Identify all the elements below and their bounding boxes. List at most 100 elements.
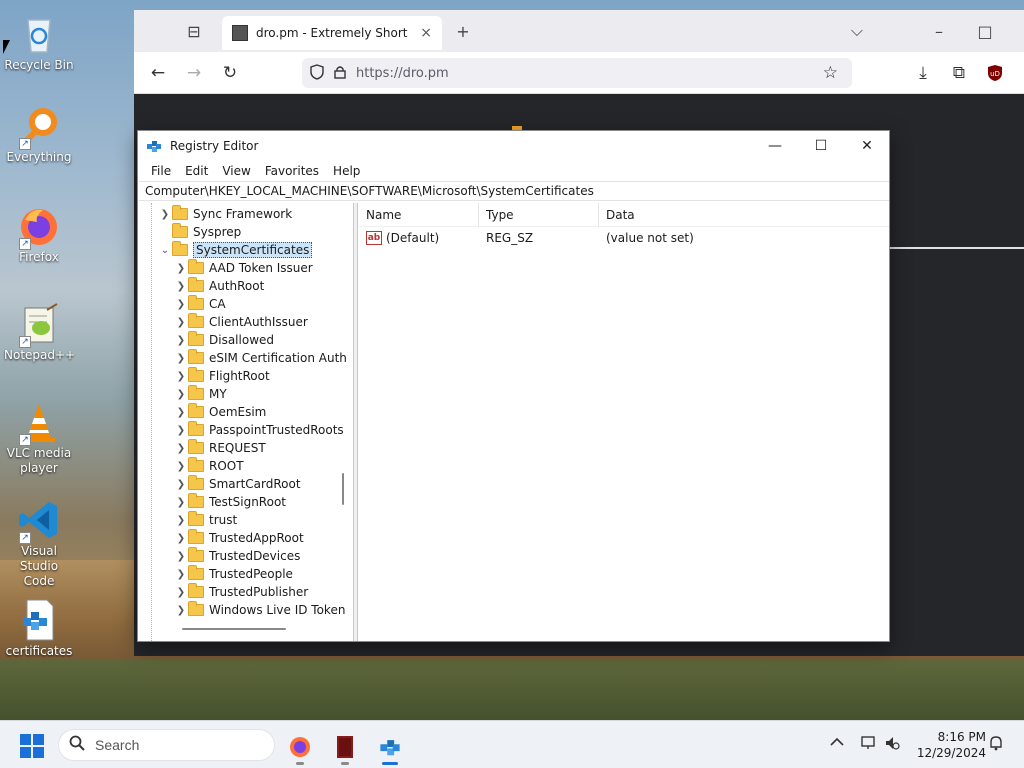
tree-item-child[interactable]: ❯ trust — [174, 511, 237, 529]
notification-bell-icon[interactable] — [988, 735, 1004, 755]
maximize-button[interactable]: ☐ — [798, 131, 844, 161]
taskbar-app-registry-editor[interactable] — [372, 729, 408, 765]
downloads-icon[interactable]: ⤓ — [909, 60, 937, 86]
desktop-icon-everything[interactable]: ↗ Everything — [4, 104, 74, 165]
back-button[interactable]: ← — [144, 60, 172, 86]
desktop-wallpaper-trees — [0, 660, 1024, 720]
tab-groups-icon[interactable]: ⊟ — [179, 18, 209, 44]
volume-muted-icon[interactable] — [884, 735, 900, 755]
chevron-right-icon[interactable]: ❯ — [158, 209, 172, 220]
column-header-data[interactable]: Data — [599, 203, 889, 227]
taskbar-app-firefox[interactable] — [282, 729, 318, 765]
menu-edit[interactable]: Edit — [178, 164, 215, 178]
tree-item-child[interactable]: ❯ TrustedDevices — [174, 547, 300, 565]
tree-item-child[interactable]: ❯ TrustedPublisher — [174, 583, 308, 601]
tree-item-child[interactable]: ❯ PasspointTrustedRoots — [174, 421, 344, 439]
key-tree[interactable]: ❯ Sync Framework Sysprep ⌄ SystemCertifi… — [138, 203, 354, 641]
tree-item-sync-framework[interactable]: ❯ Sync Framework — [158, 205, 292, 223]
desktop-icon-recycle-bin[interactable]: Recycle Bin — [4, 12, 74, 73]
taskbar-search-box[interactable]: Search — [58, 729, 275, 761]
chevron-down-icon[interactable]: ⌄ — [158, 245, 172, 256]
chevron-right-icon[interactable]: ❯ — [174, 425, 188, 436]
extensions-icon[interactable]: ⧉ — [945, 60, 973, 86]
list-all-tabs-icon[interactable]: ⌵ — [842, 18, 872, 44]
desktop-icon-certificates[interactable]: certificates — [4, 598, 74, 659]
tree-item-child[interactable]: ❯ Disallowed — [174, 331, 274, 349]
tree-item-systemcertificates[interactable]: ⌄ SystemCertificates — [158, 241, 313, 259]
tree-item-child[interactable]: ❯ OemEsim — [174, 403, 266, 421]
chevron-right-icon[interactable]: ❯ — [174, 389, 188, 400]
chevron-right-icon[interactable]: ❯ — [174, 551, 188, 562]
chevron-right-icon[interactable]: ❯ — [174, 515, 188, 526]
tree-item-child[interactable]: ❯ MY — [174, 385, 227, 403]
minimize-button[interactable]: — — [752, 131, 798, 161]
menu-favorites[interactable]: Favorites — [258, 164, 326, 178]
chevron-right-icon[interactable]: ❯ — [174, 353, 188, 364]
new-tab-button[interactable]: + — [448, 18, 478, 44]
shield-icon[interactable] — [310, 63, 324, 83]
url-bar[interactable]: https://dro.pm ☆ — [302, 58, 852, 88]
chevron-right-icon[interactable]: ❯ — [174, 587, 188, 598]
desktop-icon-firefox[interactable]: ↗ Firefox — [4, 204, 74, 265]
chevron-right-icon[interactable]: ❯ — [174, 533, 188, 544]
tree-item-child[interactable]: ❯ AuthRoot — [174, 277, 264, 295]
chevron-right-icon[interactable]: ❯ — [174, 371, 188, 382]
tree-item-child[interactable]: ❯ Windows Live ID Token — [174, 601, 345, 619]
tree-item-child[interactable]: ❯ CA — [174, 295, 226, 313]
taskbar-app-book[interactable] — [327, 729, 363, 765]
desktop-icon-vlc[interactable]: ↗ VLC media player — [4, 400, 74, 476]
chevron-right-icon[interactable]: ❯ — [174, 281, 188, 292]
show-hidden-icons-chevron-up-icon[interactable] — [830, 735, 844, 751]
desktop-icon-notepad-plus-plus[interactable]: ↗ Notepad++ — [4, 302, 75, 363]
menu-help[interactable]: Help — [326, 164, 367, 178]
windows-start-icon[interactable] — [20, 734, 44, 758]
chevron-right-icon[interactable]: ❯ — [174, 569, 188, 580]
tree-item-child[interactable]: ❯ FlightRoot — [174, 367, 270, 385]
tab-close-icon[interactable]: × — [420, 25, 432, 41]
tree-item-child[interactable]: ❯ AAD Token Issuer — [174, 259, 313, 277]
browser-minimize-button[interactable]: – — [924, 18, 954, 44]
network-icon[interactable] — [860, 735, 878, 755]
column-header-type[interactable]: Type — [479, 202, 599, 227]
tree-horizontal-scrollbar[interactable] — [182, 628, 286, 630]
tab-active[interactable]: dro.pm - Extremely Short Links × — [222, 16, 442, 50]
ublock-origin-icon[interactable]: uD — [981, 60, 1009, 86]
column-header-name[interactable]: Name — [359, 202, 479, 227]
chevron-right-icon[interactable]: ❯ — [174, 335, 188, 346]
chevron-right-icon[interactable]: ❯ — [174, 317, 188, 328]
chevron-right-icon[interactable]: ❯ — [174, 605, 188, 616]
tree-item-child[interactable]: ❯ SmartCardRoot — [174, 475, 301, 493]
chevron-right-icon[interactable]: ❯ — [174, 407, 188, 418]
tree-item-child[interactable]: ❯ eSIM Certification Auth — [174, 349, 347, 367]
chevron-right-icon[interactable]: ❯ — [174, 443, 188, 454]
reload-button[interactable]: ↻ — [216, 60, 244, 86]
bookmark-star-icon[interactable]: ☆ — [823, 63, 838, 83]
forward-button[interactable]: → — [180, 60, 208, 86]
chevron-right-icon[interactable]: ❯ — [174, 479, 188, 490]
address-bar[interactable]: Computer\HKEY_LOCAL_MACHINE\SOFTWARE\Mic… — [139, 181, 889, 201]
title-bar[interactable]: Registry Editor — ☐ ✕ — [138, 131, 889, 161]
chevron-right-icon[interactable]: ❯ — [174, 299, 188, 310]
tree-item-child[interactable]: ❯ TrustedAppRoot — [174, 529, 304, 547]
chevron-right-icon[interactable]: ❯ — [174, 263, 188, 274]
close-button[interactable]: ✕ — [844, 131, 890, 161]
chevron-right-icon[interactable]: ❯ — [174, 497, 188, 508]
vlc-cone-icon: ↗ — [17, 400, 61, 446]
tree-item-child[interactable]: ❯ ROOT — [174, 457, 244, 475]
system-clock[interactable]: 8:16 PM 12/29/2024 — [912, 729, 986, 761]
pane-splitter[interactable] — [354, 203, 358, 641]
value-row[interactable]: ab (Default) REG_SZ (value not set) — [359, 227, 889, 249]
desktop-icon-vscode[interactable]: ↗ Visual Studio Code — [4, 498, 74, 589]
menu-view[interactable]: View — [215, 164, 257, 178]
tree-item-child[interactable]: ❯ REQUEST — [174, 439, 266, 457]
browser-maximize-button[interactable]: □ — [970, 18, 1000, 44]
values-list[interactable]: Name Type Data ab (Default) REG_SZ (valu… — [359, 202, 889, 641]
lock-icon[interactable] — [334, 65, 346, 82]
chevron-right-icon[interactable]: ❯ — [174, 461, 188, 472]
menu-file[interactable]: File — [144, 164, 178, 178]
tree-item-child[interactable]: ❯ ClientAuthIssuer — [174, 313, 308, 331]
tree-item-child[interactable]: ❯ TrustedPeople — [174, 565, 293, 583]
tree-item-child[interactable]: ❯ TestSignRoot — [174, 493, 286, 511]
tree-vertical-scrollbar[interactable] — [342, 473, 344, 505]
tree-item-sysprep[interactable]: Sysprep — [158, 223, 241, 241]
